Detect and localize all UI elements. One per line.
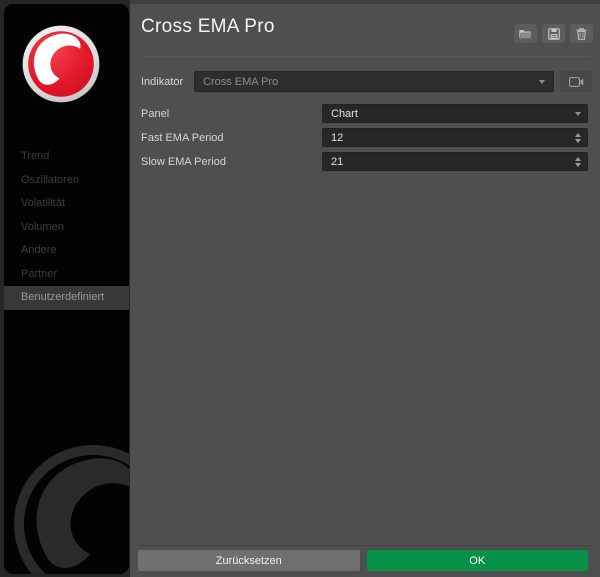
indicator-dropdown-value: Cross EMA Pro	[203, 75, 279, 88]
fast-ema-label: Fast EMA Period	[141, 131, 224, 144]
sidebar-item-andere[interactable]: Andere	[4, 239, 129, 263]
delete-button[interactable]	[570, 24, 593, 43]
ctrader-logo	[22, 25, 100, 103]
sidebar-item-trend[interactable]: Trend	[4, 145, 129, 169]
sidebar: Trend Oszillatoren Volatilität Volumen A…	[0, 0, 130, 577]
panel-dropdown-value: Chart	[331, 107, 358, 120]
slow-ema-label: Slow EMA Period	[141, 155, 226, 168]
ctrader-logo-watermark-icon	[14, 445, 129, 574]
indicator-dropdown[interactable]: Cross EMA Pro	[194, 71, 554, 92]
slow-ema-input[interactable]	[331, 155, 575, 168]
chevron-down-icon	[539, 79, 545, 84]
footer-separator	[141, 545, 591, 546]
panel-label: Panel	[141, 107, 170, 120]
slow-ema-row: Slow EMA Period	[141, 152, 588, 171]
page-title: Cross EMA Pro	[141, 16, 275, 37]
spin-down-icon	[575, 138, 581, 143]
spin-down-icon	[575, 162, 581, 167]
indicator-row: Indikator Cross EMA Pro	[141, 71, 592, 92]
chevron-down-icon	[575, 111, 581, 116]
fast-ema-stepper[interactable]	[575, 132, 581, 143]
record-video-button[interactable]	[560, 71, 592, 92]
reset-button[interactable]: Zurücksetzen	[138, 550, 360, 571]
sidebar-item-volatilitaet[interactable]: Volatilität	[4, 192, 129, 216]
indicator-label: Indikator	[141, 75, 184, 88]
sidebar-item-volumen[interactable]: Volumen	[4, 216, 129, 240]
slow-ema-stepper[interactable]	[575, 156, 581, 167]
main-panel: Cross EMA Pro Indikator Cross EMA Pro Pa…	[130, 0, 600, 577]
open-template-button[interactable]	[514, 24, 537, 43]
spin-up-icon	[575, 156, 581, 161]
header-actions	[514, 24, 593, 43]
fast-ema-input[interactable]	[331, 131, 575, 144]
footer-buttons: Zurücksetzen OK	[138, 550, 588, 571]
sidebar-item-partner[interactable]: Partner	[4, 263, 129, 287]
panel-dropdown[interactable]: Chart	[322, 104, 588, 123]
title-separator	[141, 56, 591, 57]
ok-button[interactable]: OK	[366, 550, 588, 571]
panel-row: Panel Chart	[141, 104, 588, 123]
video-camera-icon	[568, 76, 583, 87]
sidebar-menu: Trend Oszillatoren Volatilität Volumen A…	[4, 145, 129, 310]
indicator-settings-window: Trend Oszillatoren Volatilität Volumen A…	[0, 0, 600, 577]
fast-ema-field	[322, 128, 588, 147]
sidebar-panel: Trend Oszillatoren Volatilität Volumen A…	[4, 4, 129, 574]
save-icon	[547, 27, 560, 40]
spin-up-icon	[575, 132, 581, 137]
trash-icon	[576, 27, 587, 40]
sidebar-item-oszillatoren[interactable]: Oszillatoren	[4, 169, 129, 193]
folder-open-icon	[519, 29, 532, 39]
fast-ema-row: Fast EMA Period	[141, 128, 588, 147]
window-top-frame	[130, 0, 600, 4]
slow-ema-field	[322, 152, 588, 171]
save-template-button[interactable]	[542, 24, 565, 43]
sidebar-item-benutzerdefiniert[interactable]: Benutzerdefiniert	[4, 286, 129, 310]
